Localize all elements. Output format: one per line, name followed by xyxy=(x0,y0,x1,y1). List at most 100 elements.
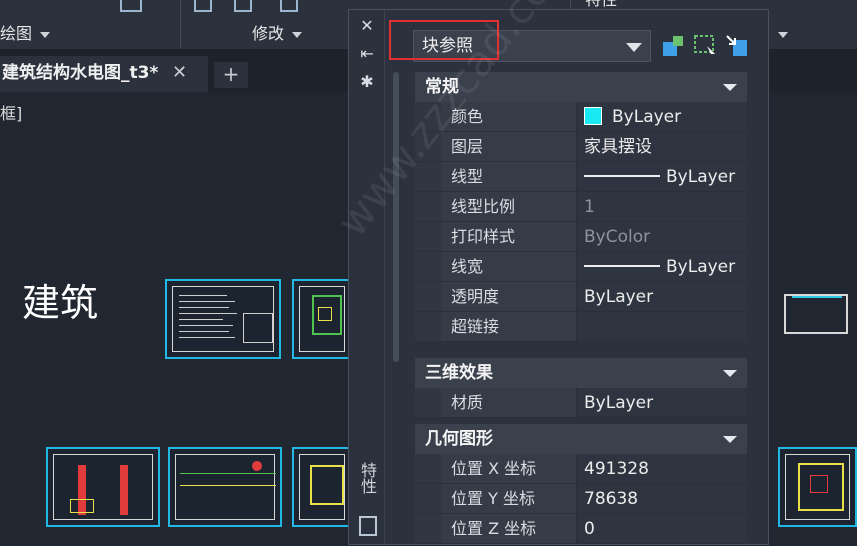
property-label: 材质 xyxy=(441,388,577,418)
property-row-position-x[interactable]: 位置 X 坐标 491328 xyxy=(415,454,747,484)
row-gutter xyxy=(415,162,441,192)
row-gutter xyxy=(415,454,441,484)
property-value-lineweight[interactable]: ByLayer xyxy=(578,252,747,282)
selection-highlight xyxy=(389,20,499,60)
property-row-lineweight[interactable]: 线宽 ByLayer xyxy=(415,252,747,282)
file-tab-active[interactable]: 建筑结构水电图_t3* ✕ xyxy=(0,56,208,92)
sheet-frame xyxy=(53,454,153,520)
gear-icon[interactable]: ✱ xyxy=(357,72,377,92)
drawing-sheet[interactable] xyxy=(778,447,857,527)
property-label: 打印样式 xyxy=(441,222,577,252)
text-line xyxy=(179,319,223,320)
sheet-frame xyxy=(172,286,274,352)
drawing-sheet[interactable] xyxy=(46,447,160,527)
property-row-linetype[interactable]: 线型 ByLayer xyxy=(415,162,747,192)
property-row-color[interactable]: 颜色 ByLayer xyxy=(415,102,747,132)
property-value-text: ByLayer xyxy=(666,257,736,277)
table-block xyxy=(243,313,273,343)
property-row-plot-style[interactable]: 打印样式 ByColor xyxy=(415,222,747,252)
property-value-transparency[interactable]: ByLayer xyxy=(578,282,747,312)
ribbon-overflow-caret[interactable] xyxy=(770,22,788,46)
property-label: 位置 X 坐标 xyxy=(441,454,577,484)
text-line xyxy=(179,313,237,314)
row-gutter xyxy=(415,312,441,342)
drawing-sheet[interactable] xyxy=(292,447,352,527)
drawing-sheet[interactable] xyxy=(165,279,281,359)
draw-tool-icon[interactable] xyxy=(120,0,142,12)
property-value-layer[interactable]: 家具摆设 xyxy=(578,132,747,162)
property-label: 线宽 xyxy=(441,252,577,282)
property-value-linetype[interactable]: ByLayer xyxy=(578,162,747,192)
property-label: 位置 Z 坐标 xyxy=(441,514,577,544)
property-row-transparency[interactable]: 透明度 ByLayer xyxy=(415,282,747,312)
property-value-position-x[interactable]: 491328 xyxy=(578,454,747,484)
properties-palette: ✕ ⇤ ✱ 特性 块参照 常规 颜色 ByLayer 图层 家具摆设 线型 By… xyxy=(348,9,769,545)
close-icon[interactable]: ✕ xyxy=(172,56,187,90)
palette-title-strip: ✕ ⇤ ✱ 特性 xyxy=(349,10,385,544)
drawing-sheet[interactable] xyxy=(292,279,352,359)
property-value-color[interactable]: ByLayer xyxy=(578,102,747,132)
quick-select-icon[interactable] xyxy=(661,34,685,58)
section-general-title: 常规 xyxy=(425,77,459,97)
property-value-position-z[interactable]: 0 xyxy=(578,514,747,544)
ribbon-group-draw[interactable]: 绘图 xyxy=(0,22,51,46)
pipe-line xyxy=(180,473,276,474)
text-line xyxy=(179,301,235,302)
row-gutter xyxy=(415,102,441,132)
section-geometry-title: 几何图形 xyxy=(425,429,493,449)
property-row-position-y[interactable]: 位置 Y 坐标 78638 xyxy=(415,484,747,514)
sheet-frame xyxy=(299,454,345,520)
ribbon-group-modify[interactable]: 修改 xyxy=(252,22,303,46)
valve-symbol xyxy=(252,461,262,471)
close-icon[interactable]: ✕ xyxy=(357,16,377,36)
palette-scrollbar[interactable] xyxy=(393,72,399,362)
property-row-hyperlink[interactable]: 超链接 xyxy=(415,312,747,342)
property-value-plot-style[interactable]: ByColor xyxy=(578,222,747,252)
panel-options-icon[interactable] xyxy=(359,516,377,536)
detail-block xyxy=(120,465,128,515)
property-row-material[interactable]: 材质 ByLayer xyxy=(415,388,747,418)
property-value-hyperlink[interactable] xyxy=(578,312,747,342)
drawing-text: 建筑 xyxy=(22,281,99,325)
section-general[interactable]: 常规 xyxy=(415,72,747,102)
section-3d-effects-title: 三维效果 xyxy=(425,363,493,383)
elevation-drawing[interactable] xyxy=(776,284,857,344)
chevron-down-icon xyxy=(723,370,737,377)
property-row-linetype-scale[interactable]: 线型比例 1 xyxy=(415,192,747,222)
building-roof xyxy=(792,284,842,298)
chevron-down-icon xyxy=(292,31,303,38)
drawing-sheet[interactable] xyxy=(168,447,282,527)
new-tab-button[interactable]: + xyxy=(214,62,248,88)
copy-tool-icon[interactable] xyxy=(234,0,252,12)
property-row-position-z[interactable]: 位置 Z 坐标 0 xyxy=(415,514,747,544)
file-tab-title: 建筑结构水电图_t3* xyxy=(2,63,159,83)
section-geometry[interactable]: 几何图形 xyxy=(415,424,747,454)
sheet-frame xyxy=(175,454,276,520)
row-gutter xyxy=(415,282,441,312)
row-gutter xyxy=(415,252,441,282)
detail-block xyxy=(70,499,94,513)
sheet-frame xyxy=(785,454,850,520)
ribbon-group-modify-label: 修改 xyxy=(252,24,285,43)
property-row-layer[interactable]: 图层 家具摆设 xyxy=(415,132,747,162)
pickadd-toggle-icon[interactable] xyxy=(725,34,749,58)
property-value-material[interactable]: ByLayer xyxy=(578,388,747,418)
property-label: 超链接 xyxy=(441,312,577,342)
modify-tool-icon[interactable] xyxy=(194,0,212,12)
pin-icon[interactable]: ⇤ xyxy=(357,44,377,64)
building-elevation xyxy=(784,294,848,334)
viewport-label[interactable]: 框] xyxy=(0,100,22,124)
property-value-position-y[interactable]: 78638 xyxy=(578,484,747,514)
ribbon-divider xyxy=(180,0,181,48)
chevron-down-icon xyxy=(40,31,51,38)
row-gutter xyxy=(415,514,441,544)
property-value-text: ByLayer xyxy=(666,167,736,187)
text-line xyxy=(179,295,227,296)
property-label: 图层 xyxy=(441,132,577,162)
select-objects-icon[interactable] xyxy=(693,34,717,58)
ribbon-group-draw-label: 绘图 xyxy=(0,24,33,43)
chevron-down-icon xyxy=(723,436,737,443)
property-value-linetype-scale[interactable]: 1 xyxy=(578,192,747,222)
array-tool-icon[interactable] xyxy=(280,0,298,12)
section-3d-effects[interactable]: 三维效果 xyxy=(415,358,747,388)
